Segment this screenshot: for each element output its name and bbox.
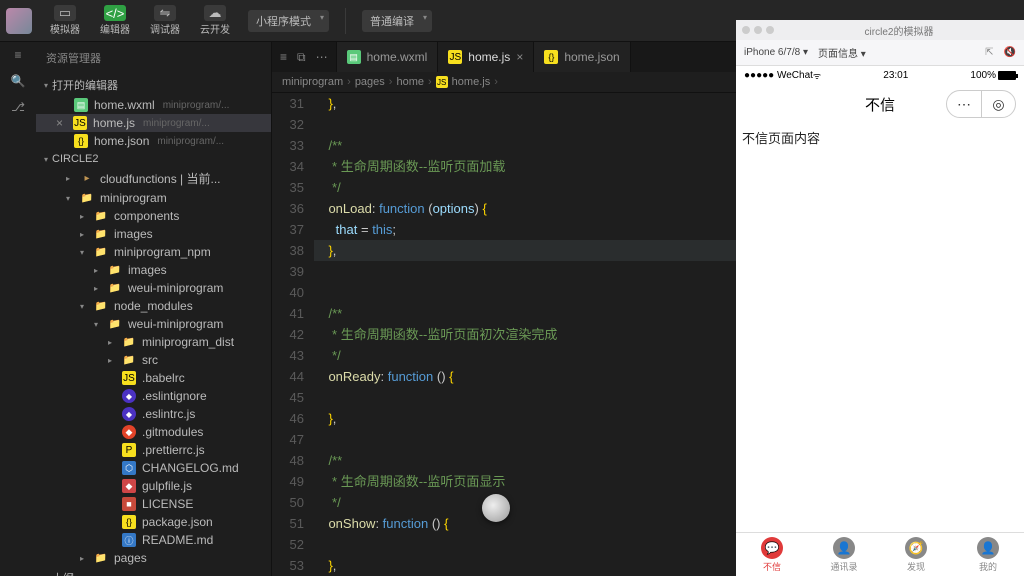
list-icon: ≡ [280, 50, 287, 64]
capsule-menu-icon: ⋯ [947, 91, 981, 117]
floating-record-button[interactable] [482, 494, 510, 522]
open-editors-header[interactable]: 打开的编辑器 [36, 74, 271, 96]
status-time: 23:01 [821, 70, 970, 81]
page-info-select[interactable]: 页面信息 ▾ [818, 45, 866, 60]
status-bar: ●●●●● WeChatᯤ 23:01 100% [736, 66, 1024, 84]
tree-file[interactable]: ◆.gitmodules [36, 423, 271, 441]
editor-toggle[interactable]: </>编辑器 [92, 3, 138, 38]
debugger-toggle[interactable]: ⇋调试器 [142, 3, 188, 38]
tree-file[interactable]: P.prettierrc.js [36, 441, 271, 459]
device-select[interactable]: iPhone 6/7/8 ▾ [744, 47, 808, 58]
tree-file[interactable]: ⓘREADME.md [36, 531, 271, 549]
project-header[interactable]: CIRCLE2 [36, 150, 271, 168]
tabbar-item[interactable]: 💬不信 [736, 533, 808, 576]
tree-file[interactable]: ◆.eslintignore [36, 387, 271, 405]
activity-bar: ≡ 🔍 ⎇ [0, 42, 36, 576]
cloud-dev-toggle[interactable]: ☁云开发 [192, 3, 238, 38]
tab-home-json[interactable]: {}home.json [534, 42, 630, 72]
mode-dropdown[interactable]: 小程序模式 [248, 10, 329, 32]
line-numbers: 3132333435363738394041424344454647484950… [272, 93, 314, 576]
tabbar: 💬不信 👤通讯录 🧭发现 👤我的 [736, 532, 1024, 576]
tree-file[interactable]: ⬡CHANGELOG.md [36, 459, 271, 477]
simulator-window: circle2的模拟器 iPhone 6/7/8 ▾ 页面信息 ▾ ⇱ 🔇 ●●●… [736, 20, 1024, 576]
tree-file[interactable]: ■LICENSE [36, 495, 271, 513]
tree-folder[interactable]: ▸📁weui-miniprogram [36, 279, 271, 297]
tree-file[interactable]: ◆.eslintrc.js [36, 405, 271, 423]
compile-dropdown[interactable]: 普通编译 [362, 10, 432, 32]
close-icon[interactable]: × [516, 50, 523, 64]
mute-icon[interactable]: 🔇 [1004, 47, 1016, 58]
search-icon[interactable]: 🔍 [11, 74, 26, 88]
simulator-controls: iPhone 6/7/8 ▾ 页面信息 ▾ ⇱ 🔇 [736, 40, 1024, 66]
outline-header[interactable]: 大纲 [36, 567, 271, 576]
simulator-title: circle2的模拟器 [780, 23, 1018, 38]
avatar[interactable] [6, 8, 32, 34]
tabbar-item[interactable]: 👤我的 [952, 533, 1024, 576]
tree-folder[interactable]: ▸▸cloudfunctions | 当前... [36, 168, 271, 189]
menu-icon[interactable]: ≡ [14, 48, 21, 62]
tree-file[interactable]: JS.babelrc [36, 369, 271, 387]
simulator-toggle[interactable]: ▭模拟器 [42, 3, 88, 38]
tree-folder[interactable]: ▸📁images [36, 225, 271, 243]
tree-folder[interactable]: ▸📁components [36, 207, 271, 225]
tab-home-wxml[interactable]: ▤home.wxml [337, 42, 439, 72]
tree-folder[interactable]: ▸📁pages [36, 549, 271, 567]
tabbar-item[interactable]: 🧭发现 [880, 533, 952, 576]
explorer-sidebar: 资源管理器 打开的编辑器 ▤ home.wxmlminiprogram/... … [36, 42, 272, 576]
tree-file[interactable]: ◆gulpfile.js [36, 477, 271, 495]
tab-home-js[interactable]: JShome.js× [438, 42, 534, 72]
tree-folder[interactable]: ▸📁miniprogram_dist [36, 333, 271, 351]
diff-icon: ⧉ [297, 50, 306, 65]
tree-folder[interactable]: ▾📁miniprogram_npm [36, 243, 271, 261]
more-icon: ⋯ [316, 50, 328, 64]
tree-folder[interactable]: ▸📁images [36, 261, 271, 279]
tabbar-item[interactable]: 👤通讯录 [808, 533, 880, 576]
pin-icon[interactable]: ⇱ [985, 47, 993, 58]
capsule-close-icon: ◎ [981, 91, 1015, 117]
open-file[interactable]: {} home.jsonminiprogram/... [36, 132, 271, 150]
tree-folder[interactable]: ▾📁node_modules [36, 297, 271, 315]
open-file[interactable]: ▤ home.wxmlminiprogram/... [36, 96, 271, 114]
open-file[interactable]: ×JS home.jsminiprogram/... [36, 114, 271, 132]
explorer-title: 资源管理器 [36, 42, 271, 74]
nav-title: 不信 [865, 94, 895, 115]
capsule[interactable]: ⋯◎ [946, 90, 1016, 118]
close-icon[interactable]: × [56, 116, 63, 130]
nav-bar: 不信 ⋯◎ [736, 84, 1024, 124]
tree-folder[interactable]: ▾📁miniprogram [36, 189, 271, 207]
page-content: 不信页面内容 [736, 124, 1024, 151]
window-controls[interactable] [742, 26, 774, 34]
tree-file[interactable]: {}package.json [36, 513, 271, 531]
branch-icon[interactable]: ⎇ [11, 100, 25, 114]
tree-folder[interactable]: ▾📁weui-miniprogram [36, 315, 271, 333]
tree-folder[interactable]: ▸📁src [36, 351, 271, 369]
simulator-screen: ●●●●● WeChatᯤ 23:01 100% 不信 ⋯◎ 不信页面内容 💬不… [736, 66, 1024, 576]
editor-gutter-buttons[interactable]: ≡ ⧉ ⋯ [272, 42, 337, 72]
